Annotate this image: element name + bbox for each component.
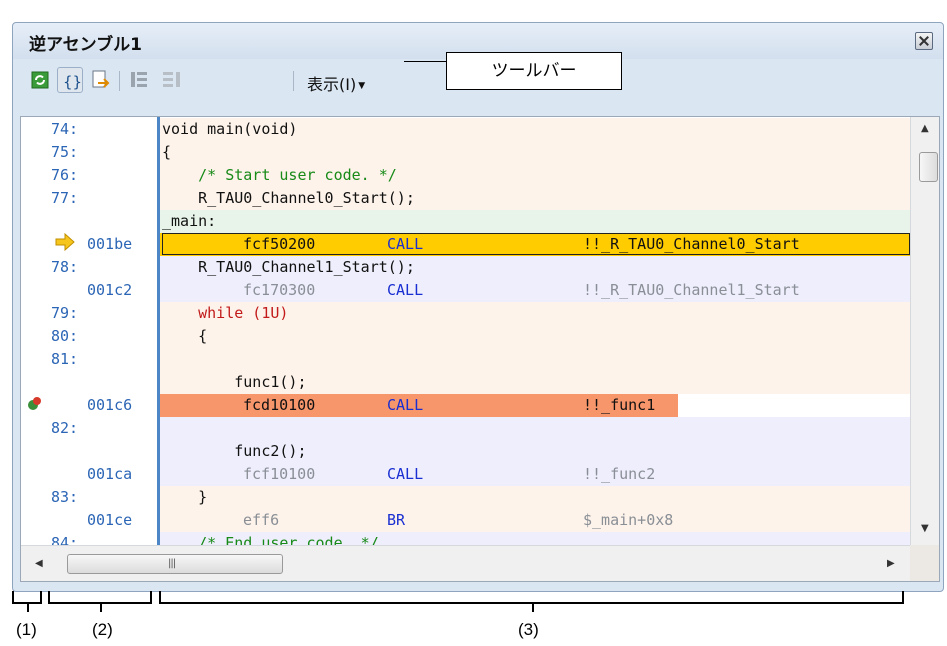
opcode: fcd10100 bbox=[243, 396, 316, 414]
vertical-scroll-thumb[interactable] bbox=[919, 152, 938, 182]
source-line[interactable]: 81: bbox=[21, 350, 921, 373]
source-text: while (1U) bbox=[162, 304, 289, 322]
opcode: fc170300 bbox=[243, 281, 316, 299]
horizontal-scroll-thumb[interactable]: ||| bbox=[67, 554, 283, 574]
svg-text:{}: {} bbox=[63, 73, 82, 91]
source-line[interactable]: 78: R_TAU0_Channel1_Start(); bbox=[21, 258, 921, 281]
operand: !!_func1 bbox=[583, 396, 656, 414]
source-line[interactable]: 74: void main(void) bbox=[21, 120, 921, 143]
source-text: } bbox=[162, 488, 208, 506]
toolbar-separator bbox=[293, 71, 294, 91]
source-text: func1(); bbox=[162, 373, 307, 391]
address: 001ce bbox=[87, 511, 133, 529]
close-button[interactable] bbox=[915, 32, 933, 50]
source-line[interactable]: 77: R_TAU0_Channel0_Start(); bbox=[21, 189, 921, 212]
window-title: 逆アセンブル1 bbox=[29, 35, 142, 55]
address: 001c6 bbox=[87, 396, 133, 414]
line-number: 75: bbox=[51, 143, 79, 161]
show-code-button[interactable]: {} bbox=[57, 67, 83, 93]
line-number: 80: bbox=[51, 327, 79, 345]
view-menu-label: 表示(I) bbox=[307, 75, 357, 94]
source-line[interactable]: 79: while (1U) bbox=[21, 304, 921, 327]
source-line[interactable]: 80: { bbox=[21, 327, 921, 350]
breakpoint-icon[interactable] bbox=[25, 395, 43, 413]
area-label-1: (1) bbox=[16, 620, 37, 639]
source-line[interactable]: 82: bbox=[21, 419, 921, 442]
address: 001ca bbox=[87, 465, 133, 483]
scroll-right-icon[interactable]: ▶ bbox=[887, 558, 895, 569]
source-text: /* Start user code. */ bbox=[162, 166, 397, 184]
disassembly-row[interactable]: 001ce eff6 BR $_main+0x8 bbox=[21, 511, 921, 534]
area-bracket-3 bbox=[159, 591, 904, 612]
source-line[interactable]: _main: bbox=[21, 212, 921, 235]
line-number: 81: bbox=[51, 350, 79, 368]
source-text: { bbox=[162, 327, 208, 345]
source-text: void main(void) bbox=[162, 120, 298, 138]
operand: !!_R_TAU0_Channel0_Start bbox=[583, 235, 800, 253]
jump-button[interactable] bbox=[87, 67, 113, 93]
disassembly-row[interactable]: 001ca fcf10100 CALL !!_func2 bbox=[21, 465, 921, 488]
line-number: 79: bbox=[51, 304, 79, 322]
dropdown-arrow-icon: ▼ bbox=[358, 80, 366, 91]
source-text: R_TAU0_Channel0_Start(); bbox=[162, 189, 415, 207]
horizontal-scrollbar[interactable]: ◀ ||| ▶ bbox=[21, 545, 910, 581]
area-bracket-1 bbox=[12, 591, 42, 612]
address: 001c2 bbox=[87, 281, 133, 299]
vertical-scrollbar[interactable]: ▲ ▼ bbox=[910, 117, 939, 545]
disassembly-row[interactable]: 001be fcf50200 CALL !!_R_TAU0_Channel0_Star… bbox=[21, 232, 921, 258]
step-forward-button[interactable] bbox=[159, 67, 185, 93]
toolbar-callout: ツールバー bbox=[446, 52, 622, 90]
current-pc-arrow-icon bbox=[55, 232, 75, 252]
mnemonic: CALL bbox=[387, 465, 424, 483]
line-number: 83: bbox=[51, 488, 79, 506]
step-back-icon bbox=[131, 72, 147, 87]
source-text: _main: bbox=[162, 212, 217, 230]
refresh-button[interactable] bbox=[27, 67, 53, 93]
disassembly-row[interactable]: 001c2 fc170300 CALL !!_R_TAU0_Channel1_Star… bbox=[21, 281, 921, 304]
area-label-2: (2) bbox=[92, 620, 113, 639]
source-line[interactable]: 83: } bbox=[21, 488, 921, 511]
opcode: eff6 bbox=[243, 511, 280, 529]
scroll-up-icon[interactable]: ▲ bbox=[921, 123, 929, 134]
disassembly-pane: 74: void main(void) 75: {76: /* Start user … bbox=[20, 116, 940, 582]
refresh-icon bbox=[31, 71, 49, 89]
line-number: 76: bbox=[51, 166, 79, 184]
area-label-3: (3) bbox=[518, 620, 539, 639]
callout-leader bbox=[404, 61, 448, 62]
operand: !!_R_TAU0_Channel1_Start bbox=[583, 281, 800, 299]
source-line[interactable]: func1(); bbox=[21, 373, 921, 396]
operand: $_main+0x8 bbox=[583, 511, 674, 529]
source-text: func2(); bbox=[162, 442, 307, 460]
mnemonic: CALL bbox=[387, 281, 424, 299]
toolbar-separator bbox=[119, 71, 120, 91]
mnemonic: CALL bbox=[387, 235, 424, 253]
source-line[interactable]: 75: { bbox=[21, 143, 921, 166]
code-icon: {} bbox=[63, 73, 82, 91]
line-number: 74: bbox=[51, 120, 79, 138]
grip-icon: ||| bbox=[168, 558, 176, 569]
source-text: R_TAU0_Channel1_Start(); bbox=[162, 258, 415, 276]
opcode: fcf50200 bbox=[243, 235, 316, 253]
area-bracket-2 bbox=[48, 591, 152, 612]
scroll-left-icon[interactable]: ◀ bbox=[35, 558, 43, 569]
line-number: 78: bbox=[51, 258, 79, 276]
opcode: fcf10100 bbox=[243, 465, 316, 483]
address: 001be bbox=[87, 235, 133, 253]
operand: !!_func2 bbox=[583, 465, 656, 483]
line-number: 82: bbox=[51, 419, 79, 437]
address-divider bbox=[157, 117, 160, 545]
source-text: { bbox=[162, 143, 172, 161]
step-back-button[interactable] bbox=[127, 67, 153, 93]
line-number: 77: bbox=[51, 189, 79, 207]
scroll-down-icon[interactable]: ▼ bbox=[921, 523, 929, 534]
scrollbar-corner bbox=[910, 545, 939, 581]
view-menu[interactable]: 表示(I) ▼ bbox=[307, 71, 365, 95]
disassembly-row[interactable]: 001c6 fcd10100 CALL !!_func1 bbox=[21, 396, 921, 419]
source-line[interactable]: 76: /* Start user code. */ bbox=[21, 166, 921, 189]
step-forward-icon bbox=[163, 72, 180, 87]
document-arrow-icon bbox=[92, 70, 110, 88]
mnemonic: BR bbox=[387, 511, 406, 529]
source-line[interactable]: func2(); bbox=[21, 442, 921, 465]
mnemonic: CALL bbox=[387, 396, 424, 414]
